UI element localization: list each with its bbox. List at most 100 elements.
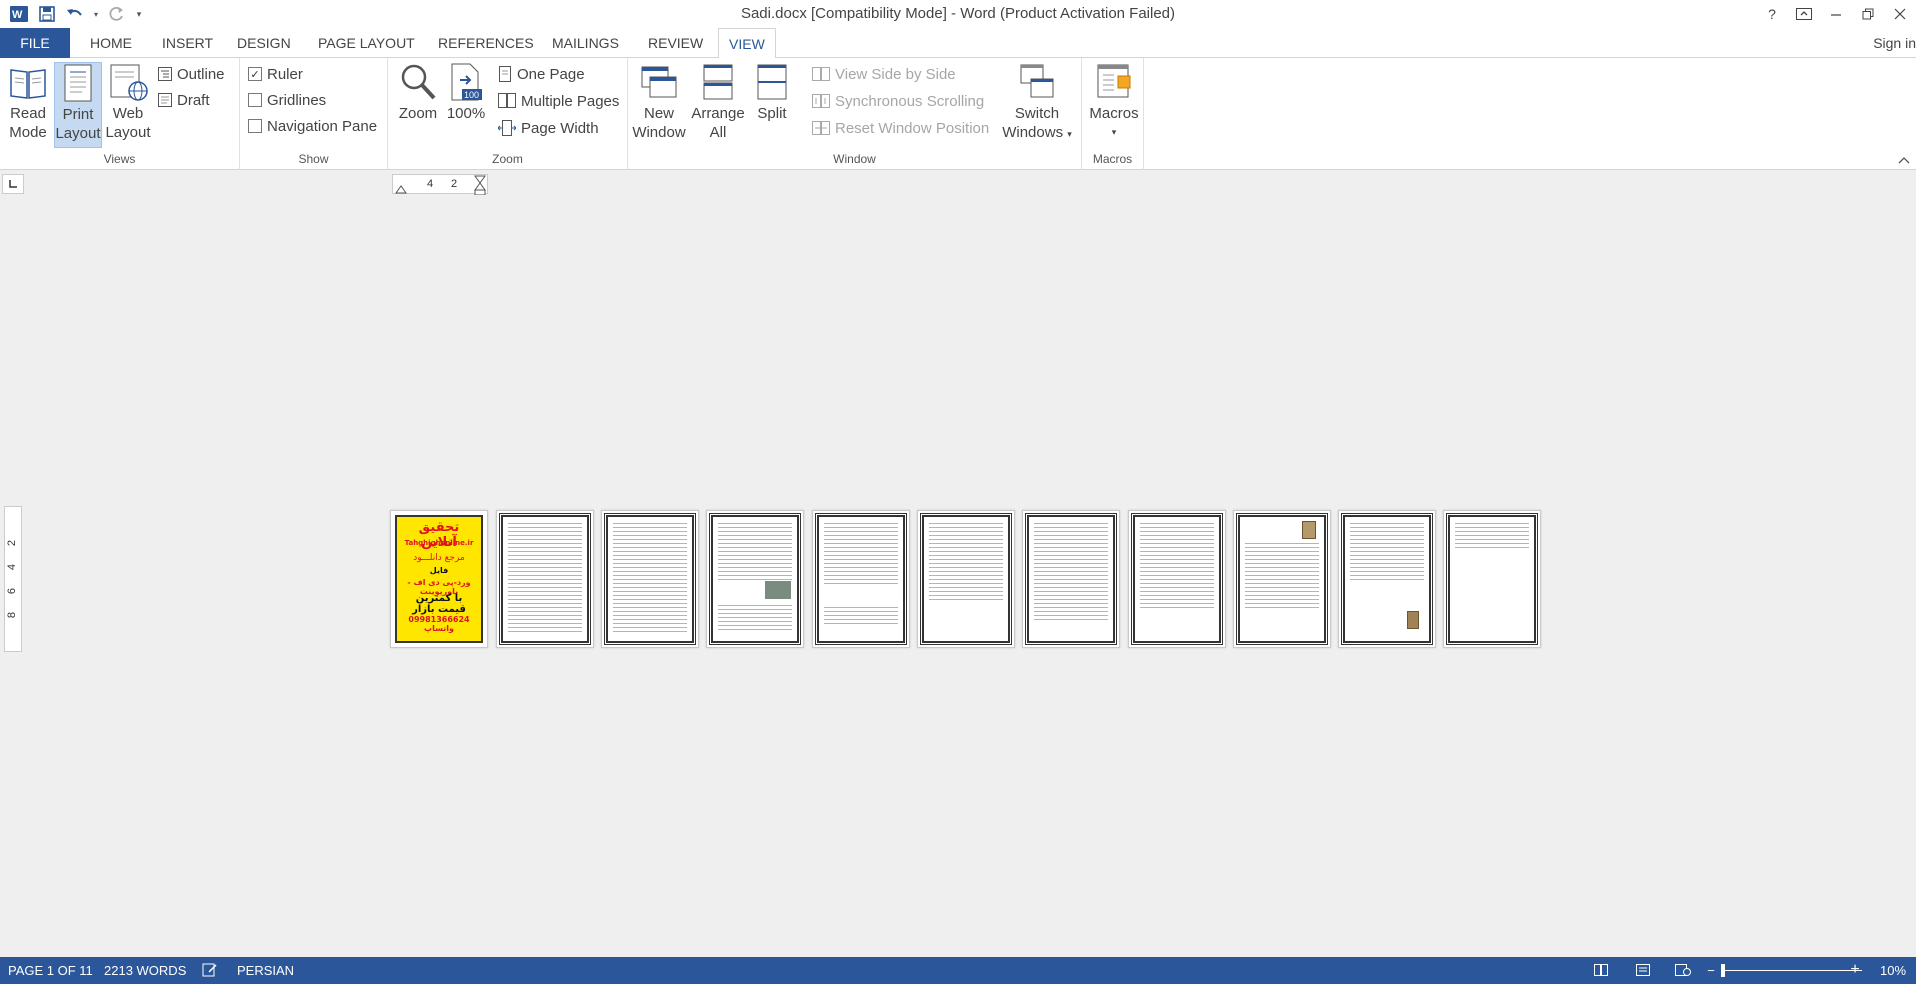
gridlines-checkbox[interactable]: Gridlines [248,88,326,112]
print-layout-button[interactable]: Print Layout [54,62,102,148]
word-count[interactable]: 2213 WORDS [104,963,186,978]
redo-icon[interactable] [106,3,128,25]
document-page[interactable] [1443,510,1541,648]
one-page-button[interactable]: One Page [498,62,585,86]
indent-marker-icon[interactable] [395,175,409,195]
navigation-pane-checkbox[interactable]: Navigation Pane [248,114,377,138]
web-layout-icon [110,64,148,101]
outline-button[interactable]: Outline [158,62,225,86]
tab-view[interactable]: VIEW [718,28,776,59]
page-text [613,523,687,633]
tab-page-layout[interactable]: PAGE LAYOUT [308,28,425,58]
outline-label: Outline [177,65,225,83]
document-page-cover[interactable]: تحقیق آنلاین Tahghighonline.ir مرجع دانل… [390,510,488,648]
print-layout-view-icon[interactable] [1634,962,1652,978]
one-page-icon [499,66,511,82]
tab-insert[interactable]: INSERT [152,28,223,58]
document-page[interactable] [496,510,594,648]
read-mode-view-icon[interactable] [1592,962,1610,978]
view-side-by-side-button[interactable]: View Side by Side [812,62,956,86]
zoom-slider-thumb[interactable] [1721,964,1725,977]
page-width-label: Page Width [521,119,599,137]
document-page[interactable] [706,510,804,648]
macros-button[interactable]: Macros ▾ [1088,62,1140,142]
window-group-label: Window [833,152,876,166]
ruler-tick-label: 2 [451,178,458,190]
zoom-button[interactable]: Zoom [396,62,440,123]
page-border [1238,515,1326,643]
ruler-checkbox[interactable]: ✓ Ruler [248,62,303,86]
help-button[interactable]: ? [1756,0,1788,28]
multiple-pages-button[interactable]: Multiple Pages [498,89,619,113]
cover-line-6: با کمترین قیمت بازار [412,593,466,615]
read-mode-button[interactable]: Read Mode [6,62,50,142]
close-icon[interactable] [1884,0,1916,28]
save-icon[interactable] [36,3,58,25]
arrange-all-label-2: All [709,124,727,141]
tab-references[interactable]: REFERENCES [428,28,544,58]
split-icon [757,64,787,100]
page-border: تحقیق آنلاین Tahghighonline.ir مرجع دانل… [395,515,483,643]
show-group-label: Show [298,152,329,166]
page-border [1133,515,1221,643]
document-page[interactable] [601,510,699,648]
tab-design[interactable]: DESIGN [227,28,301,58]
zoom-out-button[interactable]: − [1702,962,1720,978]
print-layout-icon [64,64,92,102]
ruler-tick-label: 8 [6,611,19,619]
web-layout-button[interactable]: Web Layout [104,62,152,142]
document-page[interactable] [1022,510,1120,648]
proofing-icon[interactable] [202,963,218,980]
switch-windows-button[interactable]: Switch Windows ▾ [1000,62,1074,144]
minimize-icon[interactable] [1820,0,1852,28]
web-layout-view-icon[interactable] [1674,962,1692,978]
tab-review[interactable]: REVIEW [638,28,713,58]
page-width-button[interactable]: Page Width [498,116,599,140]
undo-icon[interactable] [64,3,86,25]
reset-window-position-button[interactable]: Reset Window Position [812,116,989,140]
ribbon-tabs: FILE HOME INSERT DESIGN PAGE LAYOUT REFE… [0,28,1916,59]
window-controls: ? [1756,0,1916,28]
macros-dropdown-icon: ▾ [1111,127,1117,137]
page-text [1245,543,1319,611]
ribbon-display-options-icon[interactable] [1788,0,1820,28]
undo-dropdown-icon[interactable]: ▾ [92,3,100,25]
arrange-all-button[interactable]: Arrange All [690,62,746,142]
zoom-level[interactable]: 10% [1880,963,1906,978]
split-label: Split [757,105,787,122]
collapse-ribbon-icon[interactable] [1898,153,1910,167]
restore-icon[interactable] [1852,0,1884,28]
arrange-all-icon [703,64,733,100]
horizontal-ruler[interactable]: 4 2 [392,174,488,195]
sign-in-link[interactable]: Sign in [1873,28,1916,58]
document-page[interactable] [1338,510,1436,648]
group-show: ✓ Ruler Gridlines Navigation Pane Show [240,58,388,170]
tab-home[interactable]: HOME [80,28,142,58]
page-counter[interactable]: PAGE 1 OF 11 [8,963,93,978]
hanging-indent-icon[interactable] [473,175,487,195]
page-text [718,523,792,581]
draft-button[interactable]: Draft [158,88,210,112]
switch-windows-label-2: Windows ▾ [1002,123,1072,144]
tab-mailings[interactable]: MAILINGS [542,28,629,58]
synchronous-scrolling-button[interactable]: Synchronous Scrolling [812,89,984,113]
title-bar: W ▾ ▾ Sadi.docx [Compatibility Mode] - W… [0,0,1916,28]
document-page[interactable] [1233,510,1331,648]
zoom-slider-track[interactable] [1722,970,1862,971]
customize-qat-icon[interactable]: ▾ [134,3,144,25]
word-icon[interactable]: W [8,3,30,25]
page-border [1343,515,1431,643]
tab-file[interactable]: FILE [0,28,70,58]
language-indicator[interactable]: PERSIAN [237,963,294,978]
new-window-button[interactable]: New Window [632,62,686,142]
zoom-in-button[interactable]: + [1846,961,1864,978]
split-button[interactable]: Split [750,62,794,123]
switch-windows-dropdown-icon: ▾ [1067,129,1072,139]
synchronous-scrolling-label: Synchronous Scrolling [835,92,985,110]
document-page[interactable] [1128,510,1226,648]
vertical-ruler[interactable]: 2 4 6 8 [4,506,22,652]
document-page[interactable] [917,510,1015,648]
document-page[interactable] [812,510,910,648]
zoom-100-button[interactable]: 100 100% [446,62,486,123]
tab-selector[interactable] [2,174,24,194]
